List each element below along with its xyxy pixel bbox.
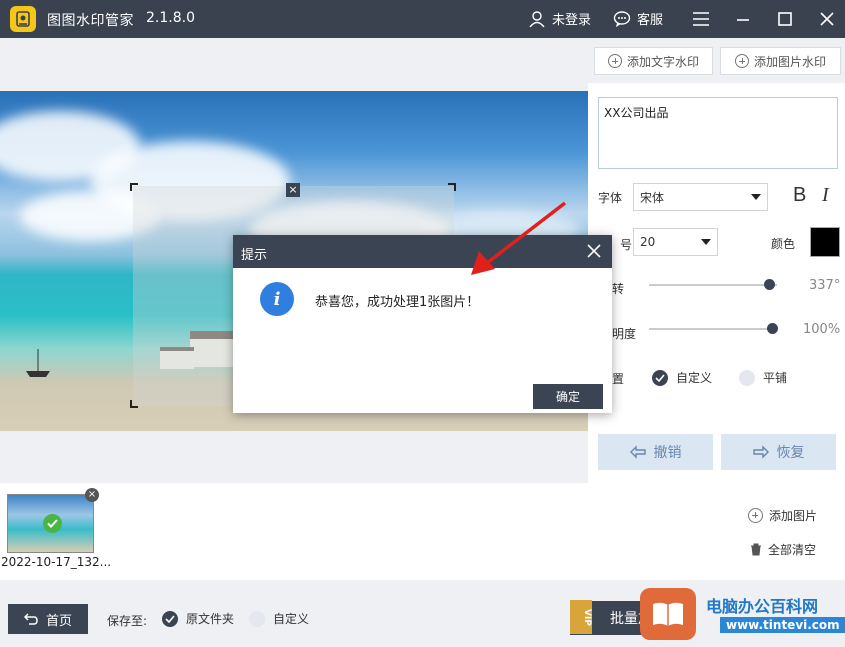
check-icon (43, 514, 62, 533)
dialog-title: 提示 (241, 248, 268, 263)
add-image-watermark-label: 添加图片水印 (753, 54, 826, 69)
chevron-down-icon (701, 239, 711, 245)
add-circle-icon (607, 54, 622, 68)
add-circle-icon (734, 54, 749, 68)
size-select[interactable]: 20 (633, 228, 718, 256)
color-picker[interactable] (810, 227, 840, 257)
save-custom-radio[interactable]: 自定义 (249, 610, 309, 627)
rotate-label: 转 (612, 282, 625, 296)
site-watermark-url: www.tintevi.com (720, 617, 845, 633)
add-circle-icon (748, 508, 763, 523)
save-to-label: 保存至: (107, 614, 148, 628)
dialog-message: 恭喜您，成功处理1张图片！ (315, 295, 480, 310)
size-value: 20 (640, 235, 656, 249)
size-label: 号 (620, 238, 633, 252)
app-logo-icon (10, 6, 36, 32)
radio-unchecked-icon (739, 369, 755, 386)
dialog-close-icon[interactable] (586, 243, 602, 259)
site-watermark-text: 电脑办公百科网 (706, 597, 819, 616)
remove-image-icon[interactable]: × (85, 488, 99, 502)
close-button[interactable] (816, 8, 838, 30)
rotate-slider[interactable] (649, 284, 777, 286)
italic-button[interactable]: I (822, 184, 829, 207)
image-list (0, 483, 845, 580)
radio-unchecked-icon (249, 610, 265, 627)
customer-service-label: 客服 (637, 13, 664, 28)
home-label: 首页 (45, 613, 72, 629)
save-original-folder-radio[interactable]: 原文件夹 (162, 610, 234, 627)
opacity-label: 明度 (612, 327, 637, 341)
back-icon (23, 613, 38, 625)
save-custom-label: 自定义 (273, 612, 310, 626)
title-bar: 图图水印管家 2.1.8.0 未登录 客服 (0, 0, 845, 38)
radio-checked-icon (652, 369, 668, 386)
add-image-button[interactable]: 添加图片 (748, 507, 817, 524)
add-text-watermark-label: 添加文字水印 (626, 54, 699, 69)
dialog-ok-button[interactable]: 确定 (533, 384, 603, 409)
rotate-value: 337° (809, 278, 841, 293)
position-custom-label: 自定义 (676, 371, 713, 385)
thumbnail-filename: 2022-10-17_132... (1, 555, 112, 569)
redo-label: 恢复 (776, 445, 805, 461)
vip-badge: VIP (570, 600, 592, 634)
font-value: 宋体 (640, 190, 665, 205)
save-original-folder-label: 原文件夹 (186, 612, 235, 626)
undo-button[interactable]: 撤销 (598, 434, 713, 470)
radio-checked-icon (162, 610, 178, 627)
close-icon (820, 12, 834, 26)
menu-button[interactable] (690, 8, 712, 30)
position-tile-radio[interactable]: 平铺 (739, 369, 787, 386)
undo-icon (629, 445, 646, 459)
watermark-text-input[interactable]: XX公司出品 (598, 97, 838, 169)
position-custom-radio[interactable]: 自定义 (652, 369, 712, 386)
opacity-value: 100% (803, 322, 841, 337)
minimize-button[interactable] (732, 8, 754, 30)
login-button[interactable]: 未登录 (528, 9, 591, 28)
opacity-slider[interactable] (649, 328, 777, 330)
add-image-watermark-button[interactable]: 添加图片水印 (720, 47, 841, 75)
font-select[interactable]: 宋体 (633, 183, 768, 211)
font-label: 字体 (598, 191, 623, 205)
clear-all-label: 全部清空 (768, 543, 817, 557)
info-icon: i (260, 282, 294, 316)
app-title: 图图水印管家 (47, 13, 134, 29)
position-tile-label: 平铺 (763, 371, 788, 385)
site-watermark-logo (640, 588, 696, 640)
bold-button[interactable]: B (793, 184, 806, 207)
position-label: 置 (612, 372, 625, 386)
maximize-icon (778, 12, 792, 26)
app-version: 2.1.8.0 (146, 10, 195, 26)
customer-service-button[interactable]: 客服 (613, 9, 663, 28)
clear-all-button[interactable]: 全部清空 (750, 541, 816, 558)
add-text-watermark-button[interactable]: 添加文字水印 (594, 47, 713, 75)
redo-button[interactable]: 恢复 (721, 434, 836, 470)
chevron-down-icon (751, 194, 761, 200)
chat-icon (613, 10, 631, 27)
home-button[interactable]: 首页 (8, 604, 88, 634)
undo-label: 撤销 (653, 445, 682, 461)
opacity-slider-knob[interactable] (767, 323, 778, 334)
login-label: 未登录 (552, 13, 592, 28)
add-image-label: 添加图片 (769, 509, 818, 523)
boat-image (26, 349, 50, 377)
remove-watermark-icon[interactable]: × (286, 183, 300, 197)
menu-icon (693, 12, 709, 26)
redo-icon (752, 445, 769, 459)
minimize-icon (737, 19, 749, 21)
maximize-button[interactable] (774, 8, 796, 30)
trash-icon (751, 543, 761, 556)
color-label: 颜色 (771, 237, 796, 251)
red-arrow-annotation (471, 201, 567, 275)
user-icon (529, 10, 545, 27)
